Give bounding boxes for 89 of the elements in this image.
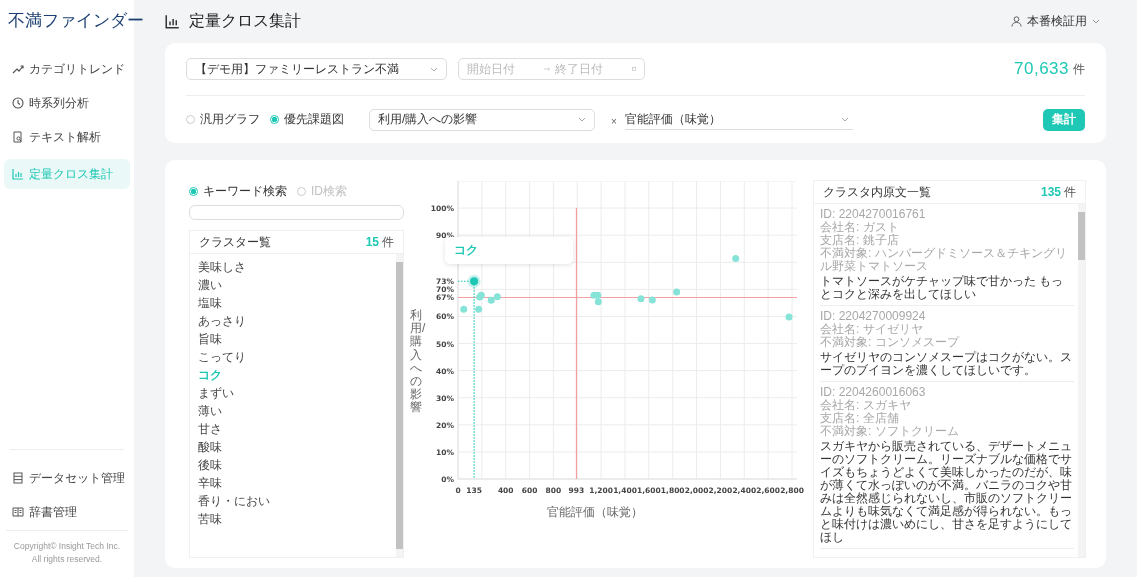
sidebar-item[interactable]: 時系列分析 [4, 91, 130, 115]
cluster-item[interactable]: 薄い [198, 402, 388, 420]
sidebar-item[interactable]: カテゴリトレンド [4, 57, 130, 81]
record-meta: ID: 2204270009924 [820, 310, 927, 323]
data-point[interactable] [673, 288, 681, 296]
chevron-icon [1092, 19, 1100, 24]
record-meta: 支店名: 全店舗 [820, 412, 900, 425]
arrow-icon [544, 66, 551, 72]
cluster-item[interactable]: あっさり [198, 312, 388, 330]
cluster-item[interactable]: 苦味 [198, 510, 388, 528]
data-point[interactable] [785, 313, 793, 321]
bar-chart-icon [165, 14, 180, 29]
count-unit: 件 [382, 233, 394, 251]
y-axis-select[interactable]: 利用/購入への影響 [369, 108, 595, 131]
data-point[interactable] [732, 255, 740, 262]
book-icon [12, 506, 24, 518]
radio-label: ID検索 [311, 183, 347, 200]
radio-button[interactable] [189, 187, 198, 196]
cluster-item[interactable]: 後味 [198, 456, 388, 474]
total-count: 70,633 [1014, 59, 1069, 79]
data-point[interactable] [475, 305, 483, 313]
radio-label: キーワード検索 [203, 183, 287, 200]
data-point[interactable] [493, 293, 501, 301]
copyright-text: Copyright© Insight Tech Inc. [12, 540, 122, 553]
cluster-item[interactable]: 美味しさ [198, 258, 388, 276]
search-field[interactable] [189, 205, 404, 220]
record-text: スガキヤから販売されている、デザートメニューのソフトクリーム。リーズナブルな価格でサイズもちょうどよくて美味しかったのだが、味が薄くて水っぽいのが不満。バニラのコクや甘みは全然感じられないし、市販のソフトクリームよりも味気なくて満足感が得られない。もっと味付けは濃いめにし、甘さを足すようにしてほし [820, 440, 1073, 544]
user-icon [1011, 16, 1022, 27]
cross-symbol: × [611, 115, 617, 127]
cluster-item[interactable]: 甘さ [198, 420, 388, 438]
tooltip: コク [445, 237, 574, 265]
chevron-icon [578, 117, 586, 122]
data-point[interactable] [648, 296, 656, 304]
copyright-text: All rights reserved. [30, 553, 104, 566]
calendar-icon [632, 66, 636, 72]
record-meta: 不満対象: コンソメスープ [820, 336, 961, 349]
data-point[interactable] [594, 298, 602, 306]
cluster-count: 15 [365, 235, 379, 249]
user-menu[interactable]: 本番検証用 [1011, 13, 1100, 30]
record-meta: 支店名: 銚子店 [820, 234, 900, 247]
trend-icon [12, 63, 24, 75]
cluster-item[interactable]: 香り・におい [198, 492, 388, 510]
list-icon [12, 472, 24, 484]
chevron-icon [430, 66, 438, 72]
x-axis-title: 官能評価（味覚） [547, 505, 643, 519]
record-meta: 会社名: スガキヤ [820, 399, 912, 412]
record-meta: 会社名: ガスト [820, 221, 900, 234]
radio-label: 優先課題図 [284, 111, 344, 128]
cluster-item[interactable]: 塩味 [198, 294, 388, 312]
chevron-icon [840, 116, 849, 122]
date-range-picker[interactable]: 開始日付 終了日付 [458, 58, 645, 80]
selected-point[interactable] [467, 274, 481, 288]
app-logo: 不満ファインダー [8, 10, 144, 32]
page-title: 定量クロス集計 [189, 11, 301, 31]
radio-label: 汎用グラフ [200, 111, 260, 128]
data-point[interactable] [594, 291, 602, 299]
cluster-item[interactable]: 濃い [198, 276, 388, 294]
cluster-item[interactable]: こってり [198, 348, 388, 366]
document-count: 135 [1040, 185, 1061, 199]
record-meta: 不満対象: ハンバーグドミソース＆チキングリル野菜トマトソース [820, 247, 1068, 273]
count-unit: 件 [1073, 60, 1085, 78]
cluster-item[interactable]: 酸味 [198, 438, 388, 456]
panel-title: クラスター覧 [199, 233, 272, 251]
scrollbar[interactable] [1078, 204, 1085, 557]
sidebar-item[interactable]: データセット管理 [6, 466, 128, 490]
cluster-item[interactable]: 辛味 [198, 474, 388, 492]
dataset-select[interactable]: 【デモ用】ファミリーレストラン不満 [186, 58, 447, 80]
record-text: サイゼリヤのコンソメスープはコクがない。スープのブイヨンを濃くしてほしいです。 [820, 351, 1073, 377]
record-text: トマトソースがケチャップ味で甘かった もっとコクと深みを出してほしい [820, 275, 1065, 301]
radio-button[interactable] [270, 115, 279, 124]
record-meta: ID: 2204270016761 [820, 208, 927, 221]
record-meta: 不満対象: ソフトクリーム [820, 425, 960, 438]
clock-icon [12, 97, 24, 109]
data-point[interactable] [477, 291, 485, 299]
bar-chart-icon [12, 168, 24, 180]
data-point[interactable] [487, 296, 495, 304]
cluster-item[interactable]: まずい [198, 384, 388, 402]
scrollbar[interactable] [396, 254, 403, 557]
panel-title: クラスタ内原文一覧 [823, 183, 932, 201]
data-point[interactable] [637, 295, 645, 303]
count-unit: 件 [1064, 183, 1076, 201]
record-meta: 会社名: サイゼリヤ [820, 323, 924, 336]
cluster-item[interactable]: 旨味 [198, 330, 388, 348]
record-meta: ID: 2204260016063 [820, 386, 927, 399]
x-axis-select[interactable]: 官能評価（味覚） [624, 109, 853, 130]
sidebar-item[interactable]: 辞書管理 [6, 500, 128, 524]
document-search-icon [12, 131, 24, 143]
sidebar-item[interactable]: テキスト解析 [4, 125, 130, 149]
data-point[interactable] [460, 305, 468, 313]
